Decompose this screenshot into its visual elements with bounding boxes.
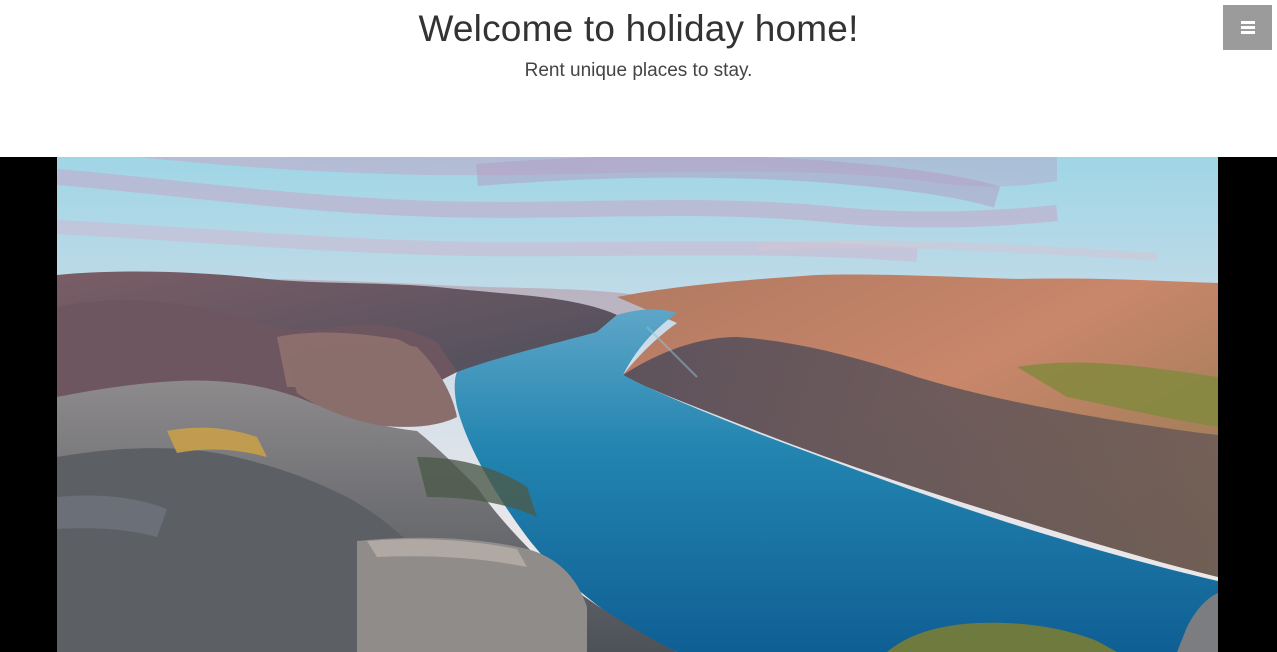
hero-section [0,157,1277,652]
header: Welcome to holiday home! Rent unique pla… [0,0,1277,157]
hero-image [57,157,1218,652]
menu-button[interactable] [1223,5,1272,50]
page-title: Welcome to holiday home! [418,8,859,49]
page: Welcome to holiday home! Rent unique pla… [0,0,1277,652]
page-subtitle: Rent unique places to stay. [524,60,753,81]
